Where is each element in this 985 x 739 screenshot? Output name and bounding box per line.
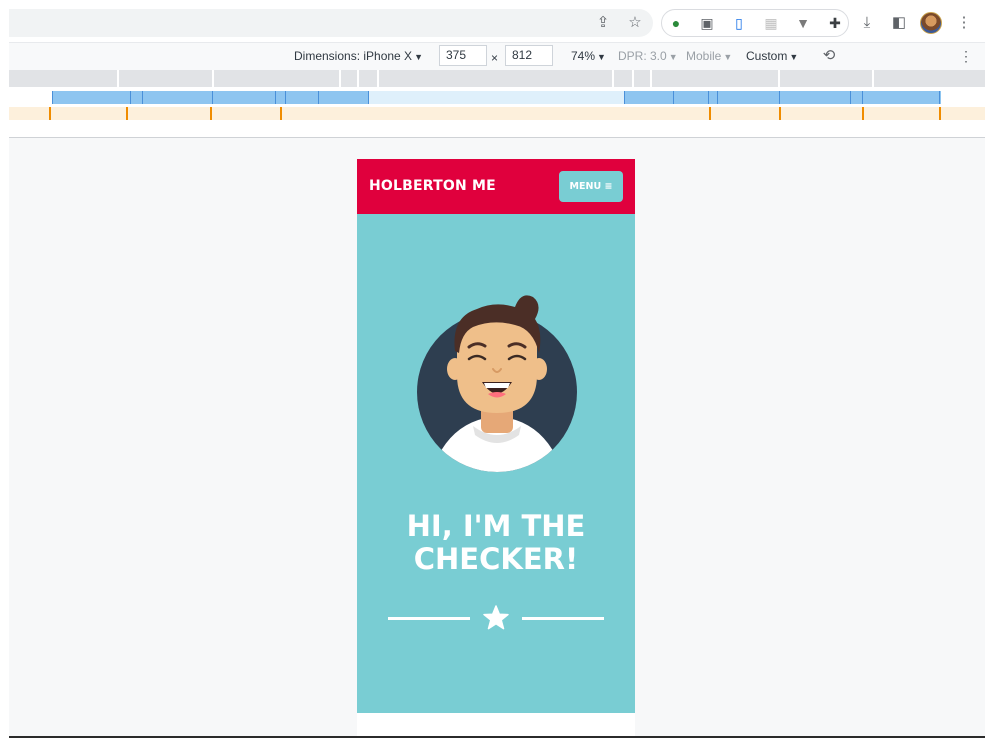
device-toolbar: Dimensions: iPhone X ▼ 375 × 812 74% ▼ DPR… bbox=[9, 42, 985, 70]
extensions-icon[interactable]: ✚ bbox=[826, 14, 844, 32]
caret-down-icon: ▼ bbox=[668, 52, 678, 62]
caret-down-icon: ▼ bbox=[597, 52, 606, 62]
times-sign: × bbox=[491, 51, 499, 65]
dimensions-label: Dimensions: iPhone X bbox=[294, 49, 413, 63]
media-query-bar-range[interactable] bbox=[9, 91, 985, 104]
site-header: HOLBERTON ME MENU ≡ bbox=[357, 159, 635, 214]
mode-select[interactable]: Mobile ▼ bbox=[686, 49, 732, 63]
extensions-group bbox=[661, 9, 849, 37]
width-input[interactable]: 375 bbox=[439, 45, 487, 66]
mode-label: Mobile bbox=[686, 49, 722, 63]
zoom-select[interactable]: 74% ▼ bbox=[571, 49, 606, 63]
profile-avatar[interactable] bbox=[920, 12, 942, 34]
media-query-bar-max[interactable] bbox=[9, 70, 985, 87]
hero-title: HI, I'M THE CHECKER! bbox=[357, 510, 635, 576]
dimensions-select[interactable]: Dimensions: iPhone X ▼ bbox=[294, 49, 423, 63]
avatar bbox=[417, 295, 577, 472]
dpr-select[interactable]: DPR: 3.0 ▼ bbox=[618, 49, 678, 63]
menu-button[interactable]: MENU ≡ bbox=[559, 171, 623, 202]
hero-section: HI, I'M THE CHECKER! bbox=[357, 214, 635, 713]
bookmark-star-icon[interactable]: ☆ bbox=[626, 14, 644, 32]
menu-kebab-icon[interactable]: ⋮ bbox=[955, 14, 973, 32]
star-icon bbox=[483, 605, 509, 630]
divider-line-left bbox=[388, 617, 470, 620]
hero-title-line-2: CHECKER! bbox=[413, 542, 579, 576]
star-divider bbox=[388, 605, 604, 631]
side-panel-icon[interactable]: ◧ bbox=[890, 14, 908, 32]
zoom-label: 74% bbox=[571, 49, 596, 63]
address-bar[interactable] bbox=[9, 9, 653, 37]
grid-extension-icon[interactable]: ▦ bbox=[762, 14, 780, 32]
hero-title-line-1: HI, I'M THE bbox=[406, 509, 586, 543]
puzzle-extension-icon[interactable]: ▣ bbox=[698, 14, 716, 32]
caret-down-icon: ▼ bbox=[789, 52, 799, 62]
caret-down-icon: ▼ bbox=[723, 52, 733, 62]
device-extension-icon[interactable]: ▯ bbox=[730, 14, 748, 32]
caret-down-icon: ▼ bbox=[414, 52, 423, 62]
media-query-bar-min[interactable] bbox=[9, 107, 985, 120]
emulated-device-screen: HOLBERTON ME MENU ≡ HI, I'M THE CHECKER! bbox=[357, 159, 635, 736]
throttle-select[interactable]: Custom ▼ bbox=[746, 49, 798, 63]
browser-toolbar: ⇪ ☆ ● ▣ ▯ ▦ ▼ ✚ ⤓ ◧ ⋮ bbox=[0, 0, 985, 42]
site-brand[interactable]: HOLBERTON ME bbox=[369, 178, 496, 194]
share-icon[interactable]: ⇪ bbox=[594, 14, 612, 32]
rotate-icon[interactable]: ⟲ bbox=[820, 47, 838, 65]
device-toolbar-more-icon[interactable]: ⋮ bbox=[959, 47, 973, 65]
dpr-label: DPR: 3.0 bbox=[618, 49, 667, 63]
globe-extension-icon[interactable]: ● bbox=[667, 14, 685, 32]
divider-line-right bbox=[522, 617, 604, 620]
vue-extension-icon[interactable]: ▼ bbox=[794, 14, 812, 32]
download-icon[interactable]: ⤓ bbox=[858, 14, 876, 32]
height-input[interactable]: 812 bbox=[505, 45, 553, 66]
throttle-label: Custom bbox=[746, 49, 788, 63]
window-bottom-border bbox=[9, 736, 985, 738]
browser-window: ⇪ ☆ ● ▣ ▯ ▦ ▼ ✚ ⤓ ◧ ⋮ Dimensions: iPhone… bbox=[0, 0, 985, 739]
